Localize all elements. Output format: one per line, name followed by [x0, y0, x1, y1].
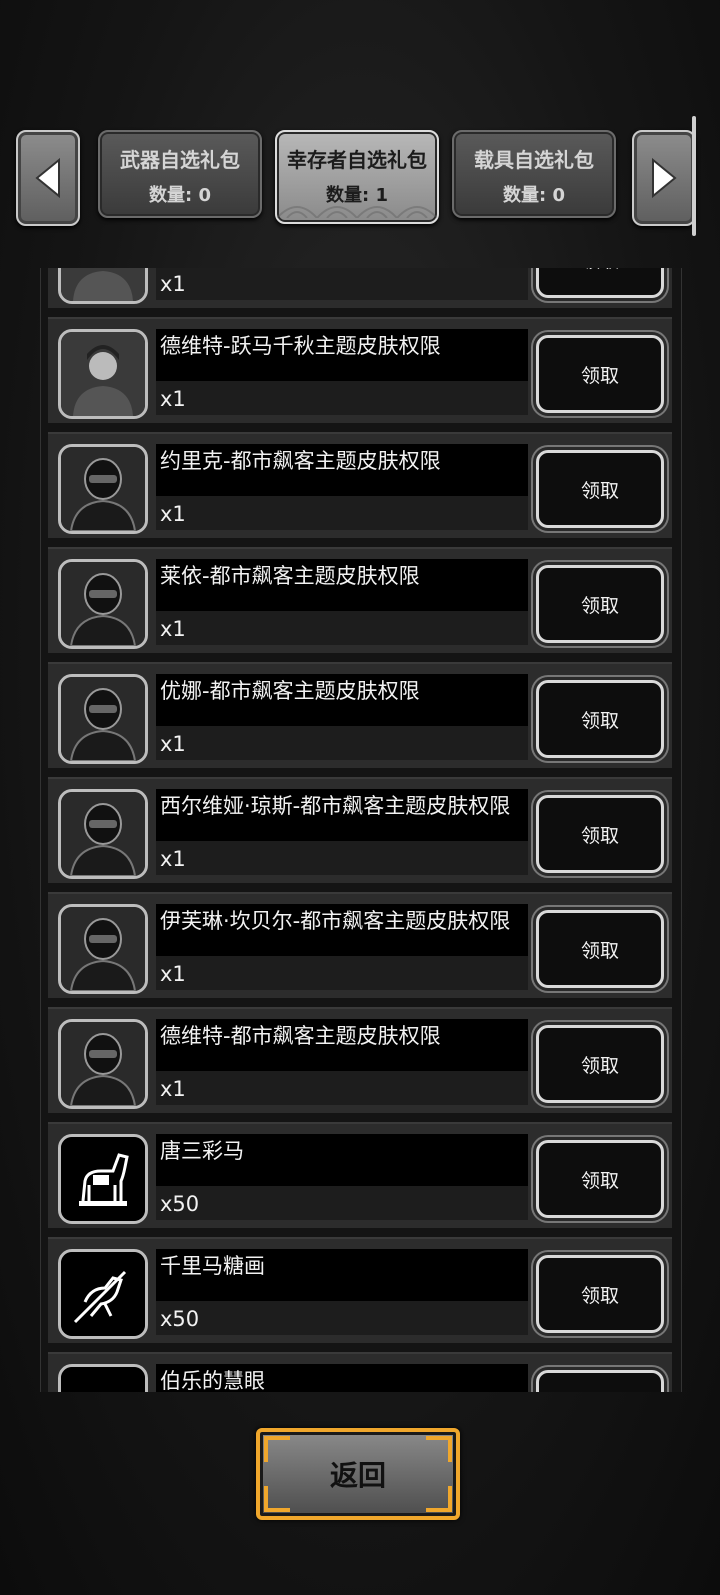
item-qty-background: [156, 268, 528, 300]
tab-weapon-pack[interactable]: 武器自选礼包 数量: 0: [98, 130, 262, 218]
claim-button[interactable]: 领取: [536, 335, 664, 413]
tabs-scrollbar[interactable]: [692, 116, 696, 236]
claim-button[interactable]: 领取: [536, 795, 664, 873]
claim-button[interactable]: 领取: [536, 1025, 664, 1103]
claim-button-label: 领取: [580, 479, 619, 502]
item-name: 伯乐的慧眼: [160, 1369, 265, 1392]
helmet-rider-icon: [58, 444, 148, 534]
claim-button-label: 领取: [580, 709, 619, 732]
list-item: 德维特-跃马千秋主题皮肤权限 x1 领取: [48, 317, 672, 423]
claim-button[interactable]: 领取: [536, 910, 664, 988]
corner-ornament-icon: [264, 1486, 290, 1512]
survivor-portrait-icon: [58, 268, 148, 304]
list-item: 莱依-都市飙客主题皮肤权限 x1 领取: [48, 547, 672, 653]
claim-button-label: 领取: [580, 939, 619, 962]
corner-ornament-icon: [426, 1436, 452, 1462]
item-name: 伊芙琳·坎贝尔-都市飙客主题皮肤权限: [160, 909, 511, 933]
horse-icon: [58, 1364, 148, 1392]
claim-button[interactable]: 领取: [536, 1140, 664, 1218]
item-quantity: x1: [160, 1077, 186, 1101]
item-qty-background: [156, 956, 528, 990]
helmet-rider-icon: [58, 789, 148, 879]
wave-pattern-icon: [277, 206, 437, 218]
item-qty-background: [156, 841, 528, 875]
claim-button[interactable]: 领取: [536, 1255, 664, 1333]
corner-ornament-icon: [426, 1486, 452, 1512]
item-quantity: x1: [160, 617, 186, 641]
claim-button-label: 领取: [580, 1054, 619, 1077]
item-name: 唐三彩马: [160, 1139, 244, 1163]
helmet-rider-icon: [58, 559, 148, 649]
list-item: 伯乐的慧眼 领取: [48, 1352, 672, 1392]
item-qty-background: [156, 381, 528, 415]
item-qty-background: [156, 611, 528, 645]
item-name: 莱依-都市飙客主题皮肤权限: [160, 564, 420, 588]
tab-count: 数量: 0: [149, 185, 211, 206]
list-item: 优娜-都市飙客主题皮肤权限 x1 领取: [48, 662, 672, 768]
item-quantity: x50: [160, 1192, 200, 1216]
list-item: 千里马糖画 x50 领取: [48, 1237, 672, 1343]
tab-vehicle-pack[interactable]: 载具自选礼包 数量: 0: [452, 130, 616, 218]
claim-button-label: 领取: [580, 1284, 619, 1307]
item-quantity: x1: [160, 387, 186, 411]
claim-button-label: 领取: [580, 364, 619, 387]
item-quantity: x1: [160, 847, 186, 871]
triangle-left-icon: [35, 157, 60, 199]
tab-title: 幸存者自选礼包: [287, 148, 427, 172]
item-name: 德维特-跃马千秋主题皮肤权限: [160, 334, 441, 358]
list-item: 伊芙琳·坎贝尔-都市飙客主题皮肤权限 x1 领取: [48, 892, 672, 998]
item-name: 优娜-都市飙客主题皮肤权限: [160, 679, 420, 703]
tang-horse-icon: [58, 1134, 148, 1224]
list-item: 西尔维娅·琼斯-都市飙客主题皮肤权限 x1 领取: [48, 777, 672, 883]
item-quantity: x1: [160, 732, 186, 756]
item-name: 千里马糖画: [160, 1254, 265, 1278]
claim-button[interactable]: 领取: [536, 565, 664, 643]
triangle-right-icon: [652, 157, 677, 199]
item-qty-background: [156, 1071, 528, 1105]
item-quantity: x50: [160, 1307, 200, 1331]
helmet-rider-icon: [58, 674, 148, 764]
item-qty-background: [156, 496, 528, 530]
helmet-rider-icon: [58, 1019, 148, 1109]
claim-button[interactable]: 领取: [536, 450, 664, 528]
helmet-rider-icon: [58, 904, 148, 994]
prev-page-button[interactable]: [16, 130, 80, 226]
tab-survivor-pack[interactable]: 幸存者自选礼包 数量: 1: [275, 130, 439, 224]
claim-button-label: 领取: [580, 824, 619, 847]
item-name: 西尔维娅·琼斯-都市飙客主题皮肤权限: [160, 794, 511, 818]
reward-list-content: 权限x1领取德维特-跃马千秋主题皮肤权限x1领取约里克-都市飙客主题皮肤权限x1…: [48, 268, 672, 1392]
item-quantity: x1: [160, 502, 186, 526]
tab-count: 数量: 0: [503, 185, 565, 206]
item-name: 约里克-都市飙客主题皮肤权限: [160, 449, 441, 473]
claim-button-label: 领取: [580, 594, 619, 617]
back-button[interactable]: 返回: [256, 1428, 460, 1520]
claim-button[interactable]: 领取: [536, 1370, 664, 1392]
list-item: 约里克-都市飙客主题皮肤权限 x1 领取: [48, 432, 672, 538]
survivor-portrait-icon: [58, 329, 148, 419]
item-qty-background: [156, 726, 528, 760]
item-name: 德维特-都市飙客主题皮肤权限: [160, 1024, 441, 1048]
reward-list[interactable]: 权限x1领取德维特-跃马千秋主题皮肤权限x1领取约里克-都市飙客主题皮肤权限x1…: [40, 268, 682, 1392]
claim-button-label: 领取: [580, 1169, 619, 1192]
item-quantity: x1: [160, 962, 186, 986]
claim-button[interactable]: 领取: [536, 680, 664, 758]
sugar-horse-icon: [58, 1249, 148, 1339]
item-qty-background: [156, 1186, 528, 1220]
list-item: 德维特-都市飙客主题皮肤权限 x1 领取: [48, 1007, 672, 1113]
claim-button-label: 领取: [581, 268, 619, 273]
back-button-label: 返回: [329, 1459, 386, 1492]
corner-ornament-icon: [264, 1436, 290, 1462]
tab-title: 武器自选礼包: [120, 148, 240, 172]
tab-title: 载具自选礼包: [474, 148, 594, 172]
list-item: 权限x1领取: [48, 268, 672, 308]
item-quantity: x1: [160, 272, 186, 296]
item-qty-background: [156, 1301, 528, 1335]
list-item: 唐三彩马 x50 领取: [48, 1122, 672, 1228]
next-page-button[interactable]: [632, 130, 696, 226]
claim-button[interactable]: 领取: [536, 268, 664, 298]
